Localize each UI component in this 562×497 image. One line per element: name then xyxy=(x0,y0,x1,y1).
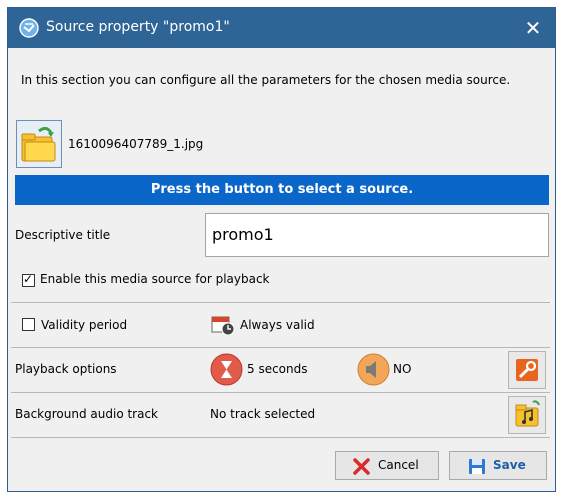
speaker-muted-icon[interactable] xyxy=(357,353,390,386)
divider xyxy=(11,437,550,438)
validity-value[interactable]: Always valid xyxy=(240,318,315,332)
calendar-clock-icon xyxy=(211,316,235,336)
music-folder-icon xyxy=(515,400,540,427)
source-property-dialog: Source property "promo1" ✕ In this secti… xyxy=(7,7,556,492)
title-bar: Source property "promo1" ✕ xyxy=(8,8,555,48)
divider xyxy=(11,347,550,348)
descriptive-title-label: Descriptive title xyxy=(15,228,111,242)
validity-period-label: Validity period xyxy=(41,318,128,332)
select-source-banner[interactable]: Press the button to select a source. xyxy=(15,175,549,205)
background-audio-label: Background audio track xyxy=(15,407,159,421)
save-label: Save xyxy=(493,458,526,472)
enable-playback-label: Enable this media source for playback xyxy=(40,272,270,286)
select-audio-track-button[interactable] xyxy=(508,396,546,434)
app-logo-icon xyxy=(19,18,39,38)
cancel-button[interactable]: Cancel xyxy=(335,451,439,480)
divider xyxy=(11,392,550,393)
floppy-disk-icon xyxy=(469,459,485,474)
intro-text: In this section you can configure all th… xyxy=(21,73,511,87)
folder-icon xyxy=(21,126,56,162)
wrench-icon xyxy=(516,359,538,381)
background-audio-value: No track selected xyxy=(210,407,316,421)
descriptive-title-input[interactable]: promo1 xyxy=(205,213,549,257)
divider xyxy=(11,302,550,303)
cancel-x-icon xyxy=(353,458,370,475)
hourglass-icon[interactable] xyxy=(210,353,243,386)
close-button[interactable]: ✕ xyxy=(521,16,545,40)
validity-period-checkbox[interactable] xyxy=(22,318,35,331)
playback-duration[interactable]: 5 seconds xyxy=(247,362,308,376)
playback-settings-button[interactable] xyxy=(508,351,546,389)
enable-playback-checkbox[interactable] xyxy=(22,272,35,287)
source-filename: 1610096407789_1.jpg xyxy=(68,137,204,151)
select-source-button[interactable] xyxy=(16,120,62,168)
playback-options-label: Playback options xyxy=(15,362,117,376)
window-title: Source property "promo1" xyxy=(46,19,230,35)
cancel-label: Cancel xyxy=(378,458,419,472)
playback-audio-value[interactable]: NO xyxy=(393,362,411,376)
save-button[interactable]: Save xyxy=(449,451,547,480)
